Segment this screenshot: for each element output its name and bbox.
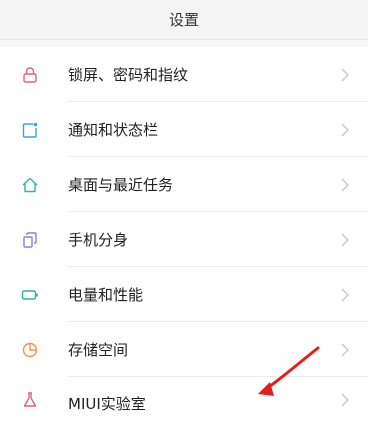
settings-item-notifications-status-bar[interactable]: 通知和状态栏 <box>0 102 368 157</box>
settings-item-second-space[interactable]: 手机分身 <box>0 212 368 267</box>
chevron-right-icon <box>338 123 352 137</box>
chevron-right-icon <box>338 288 352 302</box>
chevron-right-icon <box>338 233 352 247</box>
storage-pie-icon <box>20 340 40 360</box>
settings-item-battery-performance[interactable]: 电量和性能 <box>0 267 368 322</box>
settings-item-label: 锁屏、密码和指纹 <box>68 66 189 84</box>
lock-icon <box>20 65 40 85</box>
settings-item-miui-lab[interactable]: MIUI实验室 <box>0 377 368 432</box>
settings-item-label: 手机分身 <box>68 231 129 249</box>
home-icon <box>20 175 40 195</box>
section-gap <box>0 40 368 47</box>
settings-item-label: 通知和状态栏 <box>68 121 159 139</box>
settings-item-lock-password-fingerprint[interactable]: 锁屏、密码和指纹 <box>0 47 368 102</box>
page-title: 设置 <box>168 11 199 29</box>
dual-phone-icon <box>20 230 40 250</box>
lab-flask-icon <box>20 390 40 410</box>
settings-item-desktop-recent-tasks[interactable]: 桌面与最近任务 <box>0 157 368 212</box>
settings-item-storage[interactable]: 存储空间 <box>0 322 368 377</box>
settings-item-label: 存储空间 <box>68 341 129 359</box>
settings-item-label: 桌面与最近任务 <box>68 176 174 194</box>
settings-item-label: 电量和性能 <box>68 286 144 304</box>
top-bar: 设置 <box>0 0 368 40</box>
settings-item-label: MIUI实验室 <box>68 395 146 413</box>
notification-icon <box>20 120 40 140</box>
chevron-right-icon <box>338 343 352 357</box>
chevron-right-icon <box>338 178 352 192</box>
chevron-right-icon <box>338 68 352 82</box>
chevron-right-icon <box>338 393 352 407</box>
battery-icon <box>20 285 40 305</box>
